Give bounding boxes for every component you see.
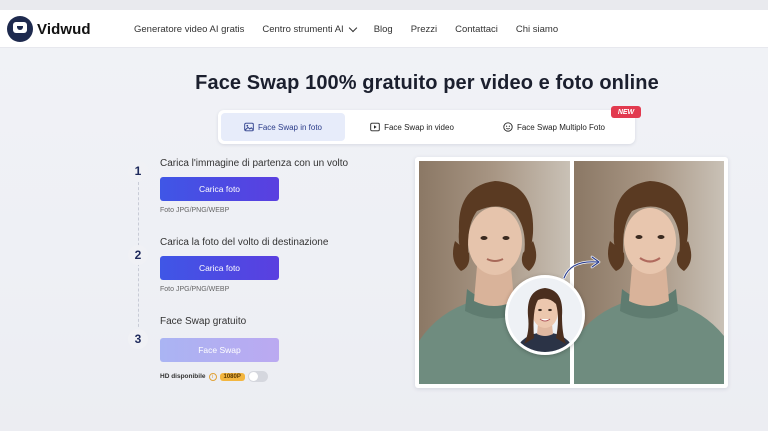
nav-item-ai-tools[interactable]: Centro strumenti AI bbox=[262, 23, 357, 35]
nav-item-label: Contattaci bbox=[455, 23, 498, 35]
tab-face-swap-photo[interactable]: Face Swap in foto bbox=[221, 113, 345, 141]
nav-item-video-generator[interactable]: Generatore video AI gratis bbox=[134, 24, 244, 35]
hd-label: HD disponibile bbox=[160, 373, 206, 380]
video-icon bbox=[370, 122, 380, 132]
top-navbar: Vidwud Generatore video AI gratis Centro… bbox=[0, 10, 768, 48]
chevron-down-icon bbox=[348, 23, 357, 32]
logo[interactable]: Vidwud bbox=[7, 16, 91, 42]
step-1-format-hint: Foto JPG/PNG/WEBP bbox=[160, 207, 230, 214]
nav-item-label: Prezzi bbox=[410, 23, 438, 35]
hd-option-row: HD disponibile i 1080P bbox=[160, 371, 268, 382]
nav-item-label: Centro strumenti AI bbox=[262, 23, 344, 35]
upload-source-button[interactable]: Carica foto bbox=[160, 177, 279, 201]
upload-target-button[interactable]: Carica foto bbox=[160, 256, 279, 280]
vidwud-logo-icon bbox=[7, 16, 33, 42]
step-2-title: Carica la foto del volto di destinazione bbox=[160, 237, 329, 248]
tab-label: Face Swap Multiplo Foto bbox=[516, 122, 606, 132]
nav-item-label: Blog bbox=[373, 23, 393, 35]
tab-label: Face Swap in video bbox=[384, 122, 454, 132]
multi-face-icon bbox=[503, 122, 513, 132]
brand-name: Vidwud bbox=[37, 20, 91, 38]
tab-face-swap-multi[interactable]: Face Swap Multiplo Foto bbox=[479, 113, 629, 141]
nav-item-label: Chi siamo bbox=[515, 23, 559, 35]
image-icon bbox=[244, 122, 254, 132]
step-number-2: 2 bbox=[128, 245, 148, 265]
tab-face-swap-video[interactable]: Face Swap in video bbox=[345, 113, 479, 141]
mode-tabs: Face Swap in foto Face Swap in video Fac… bbox=[218, 110, 635, 144]
nav-item-pricing[interactable]: Prezzi bbox=[411, 24, 437, 35]
step-3-title: Face Swap gratuito bbox=[160, 316, 247, 327]
step-number-3: 3 bbox=[128, 329, 148, 349]
step-2-format-hint: Foto JPG/PNG/WEBP bbox=[160, 286, 230, 293]
info-icon[interactable]: i bbox=[208, 372, 217, 381]
nav-item-blog[interactable]: Blog bbox=[374, 24, 393, 35]
nav-item-about[interactable]: Chi siamo bbox=[516, 24, 558, 35]
step-1-title: Carica l'immagine di partenza con un vol… bbox=[160, 158, 349, 169]
tab-label: Face Swap in foto bbox=[257, 122, 323, 132]
nav-links: Generatore video AI gratis Centro strume… bbox=[134, 10, 576, 48]
new-badge: NEW bbox=[611, 106, 641, 118]
resolution-badge: 1080P bbox=[219, 372, 245, 381]
page-title: Face Swap 100% gratuito per video e foto… bbox=[195, 72, 659, 94]
swap-arrow-icon bbox=[562, 255, 601, 280]
hd-toggle[interactable] bbox=[247, 371, 268, 382]
nav-item-label: Generatore video AI gratis bbox=[134, 23, 245, 35]
target-face-thumbnail bbox=[505, 275, 585, 355]
nav-item-contact[interactable]: Contattaci bbox=[455, 24, 498, 35]
face-swap-button[interactable]: Face Swap bbox=[160, 338, 279, 362]
step-number-1: 1 bbox=[128, 161, 148, 181]
browser-top-strip bbox=[0, 0, 768, 10]
